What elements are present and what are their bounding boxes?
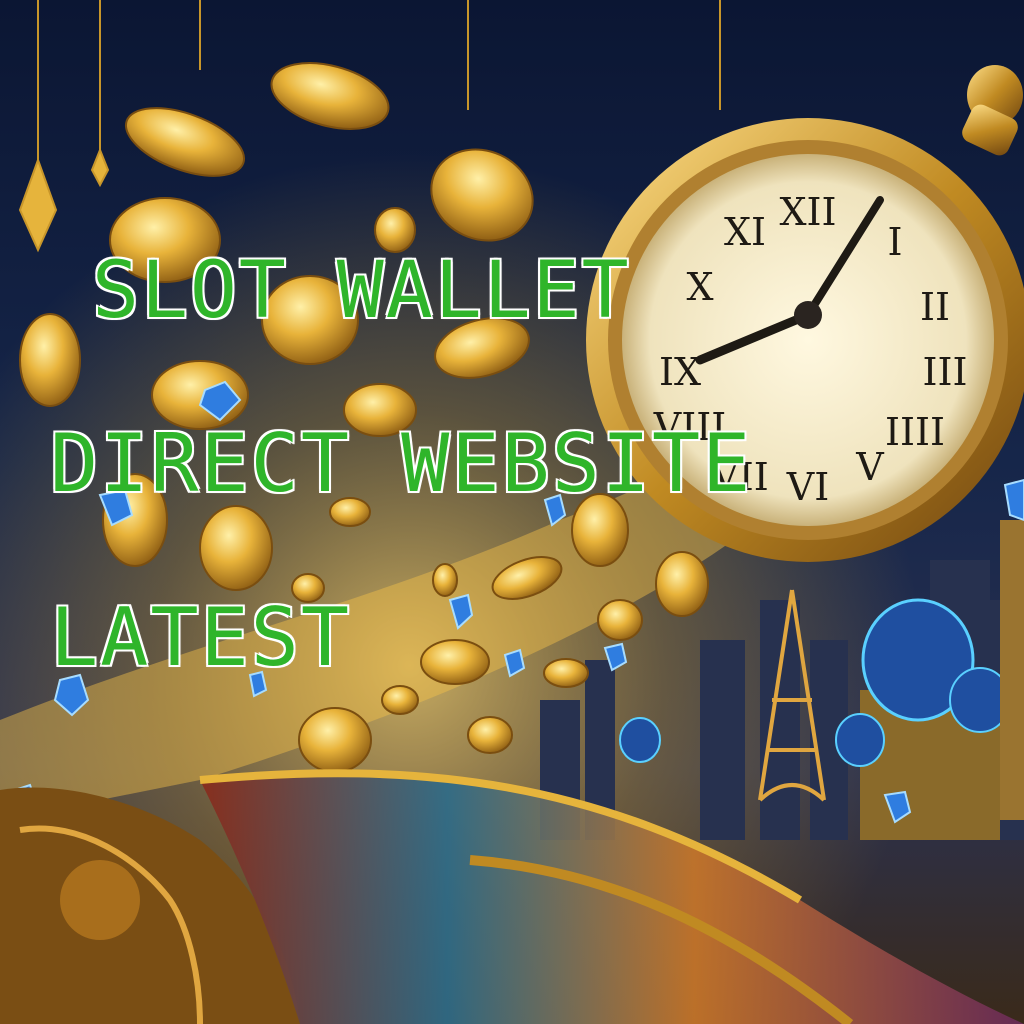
svg-text:VI: VI bbox=[786, 465, 829, 509]
svg-text:I: I bbox=[887, 220, 902, 264]
background-illustration: XII I II III IIII V VI VII VIII IX X XI bbox=[0, 0, 1024, 1024]
svg-text:V: V bbox=[855, 445, 884, 489]
svg-text:III: III bbox=[922, 350, 967, 394]
svg-text:XII: XII bbox=[779, 190, 836, 234]
svg-text:X: X bbox=[686, 265, 713, 309]
poster-canvas: XII I II III IIII V VI VII VIII IX X XI bbox=[0, 0, 1024, 1024]
svg-text:XI: XI bbox=[724, 210, 766, 254]
headline-line-3: LATEST bbox=[49, 591, 351, 684]
headline-line-1: SLOT WALLET bbox=[91, 246, 631, 336]
svg-text:IIII: IIII bbox=[885, 410, 945, 454]
svg-text:II: II bbox=[920, 285, 950, 329]
headline-line-2: DIRECT WEBSITE bbox=[49, 417, 753, 510]
svg-text:IX: IX bbox=[659, 350, 701, 394]
